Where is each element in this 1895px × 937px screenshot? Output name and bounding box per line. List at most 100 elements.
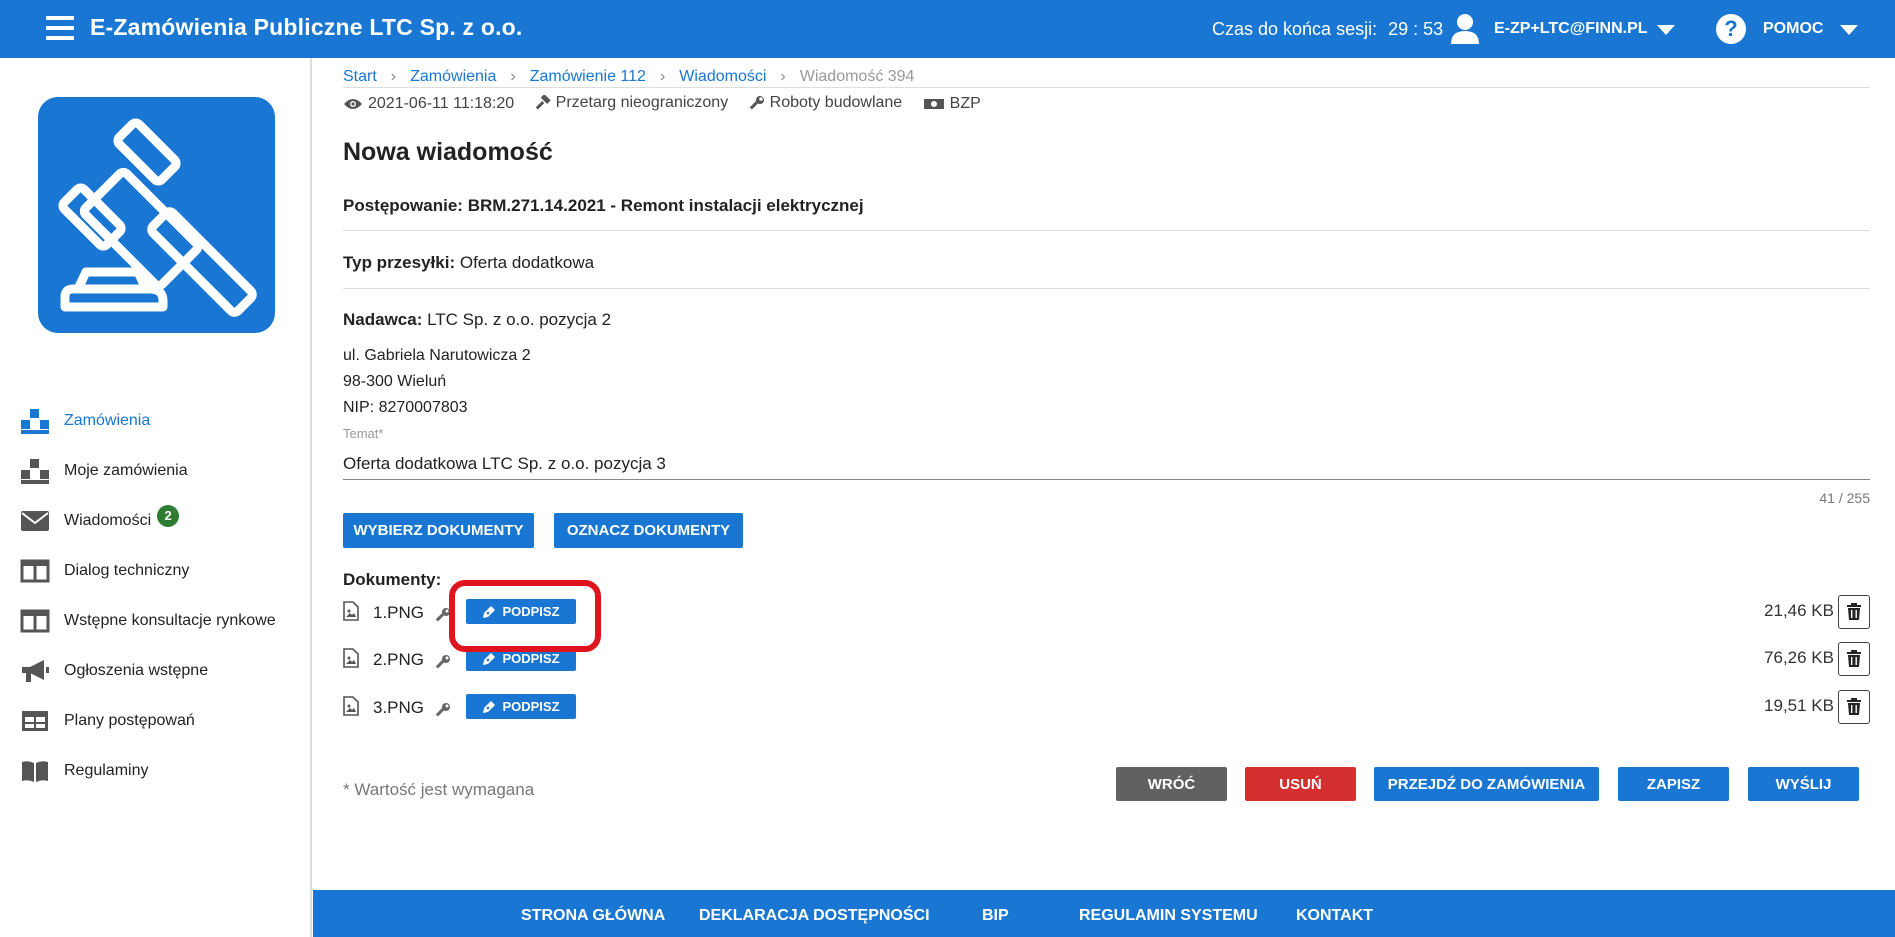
breadcrumb-current: Wiadomość 394 (799, 68, 915, 85)
meta-line: 2021-06-11 11:18:20 Przetarg nieogranicz… (343, 87, 1870, 116)
sidebar-item-zamowienia[interactable]: Zamówienia (20, 403, 150, 439)
sidebar-item-wstepne-konsultacje[interactable]: Wstępne konsultacje rynkowe (20, 603, 276, 639)
sidebar-item-label: Wstępne konsultacje rynkowe (64, 612, 276, 629)
document-size: 21,46 KB (1764, 601, 1834, 620)
footer-link-bip[interactable]: BIP (982, 907, 1009, 925)
document-name[interactable]: 2.PNG (373, 650, 424, 670)
divider (343, 230, 1870, 231)
help-link[interactable]: POMOC (1763, 20, 1823, 38)
proceeding-value: BRM.271.14.2021 - Remont instalacji elek… (467, 196, 864, 215)
book-icon (20, 757, 50, 785)
footer: STRONA GŁÓWNA DEKLARACJA DOSTĘPNOŚCI BIP… (313, 890, 1895, 937)
required-note: * Wartość jest wymagana (343, 780, 535, 799)
sidebar-item-wiadomosci[interactable]: Wiadomości 2 (20, 503, 180, 539)
hammer-icon (535, 95, 551, 110)
mark-documents-button[interactable]: OZNACZ DOKUMENTY (554, 513, 743, 548)
sidebar-item-label: Moje zamówienia (64, 462, 188, 479)
trash-icon (1847, 698, 1861, 715)
delete-document-button[interactable] (1838, 595, 1870, 629)
hamburger-menu-icon[interactable] (46, 16, 74, 42)
breadcrumb-zamowienia[interactable]: Zamówienia (410, 68, 496, 85)
footer-link-terms[interactable]: REGULAMIN SYSTEMU (1079, 907, 1258, 925)
meta-category: Roboty budowlane (749, 94, 902, 112)
wrench-icon (749, 96, 764, 110)
documents-label: Dokumenty: (343, 570, 442, 589)
table-icon (20, 707, 50, 735)
sidebar-item-ogloszenia-wstepne[interactable]: Ogłoszenia wstępne (20, 653, 208, 689)
eye-icon (344, 99, 362, 109)
gavel-logo (38, 97, 275, 333)
app-title: E-Zamówienia Publiczne LTC Sp. z o.o. (90, 14, 523, 40)
sidebar-item-label: Regulaminy (64, 762, 149, 779)
delete-button[interactable]: USUŃ (1245, 767, 1356, 801)
columns-icon (20, 607, 50, 635)
shipment-type-value: Oferta dodatkowa (459, 253, 595, 272)
document-name[interactable]: 1.PNG (373, 603, 424, 623)
sender-label: Nadawca: (343, 310, 423, 329)
session-timer-value: 29 : 53 (1388, 19, 1444, 39)
sign-button[interactable]: PODPISZ (466, 694, 576, 719)
footer-link-contact[interactable]: KONTAKT (1296, 907, 1373, 925)
sidebar-item-label: Ogłoszenia wstępne (64, 662, 209, 679)
sidebar-item-regulaminy[interactable]: Regulaminy (20, 753, 148, 789)
top-bar: E-Zamówienia Publiczne LTC Sp. z o.o. Cz… (0, 0, 1895, 58)
file-image-icon (343, 648, 359, 668)
sidebar-item-moje-zamowienia[interactable]: Moje zamówienia (20, 453, 188, 489)
back-button[interactable]: WRÓĆ (1116, 767, 1227, 801)
document-row: 3.PNG PODPISZ 19,51 KB (343, 690, 1870, 726)
footer-link-accessibility[interactable]: DEKLARACJA DOSTĘPNOŚCI (699, 907, 930, 925)
shipment-type-row: Typ przesyłki: Oferta dodatkowa (343, 253, 1870, 273)
trash-icon (1847, 650, 1861, 667)
boxes-icon (20, 407, 50, 435)
sidebar: Zamówienia Moje zamówienia Wiadomości 2 … (0, 58, 312, 937)
help-icon[interactable]: ? (1716, 14, 1746, 44)
pen-nib-icon (483, 700, 496, 713)
session-label: Czas do końca sesji: (1212, 19, 1378, 39)
subject-label: Temat* (343, 426, 384, 441)
highlight-annotation (449, 580, 601, 652)
document-size: 19,51 KB (1764, 696, 1834, 715)
key-icon (435, 703, 450, 717)
file-image-icon (343, 696, 359, 716)
save-button[interactable]: ZAPISZ (1618, 767, 1729, 801)
help-menu-chevron-down-icon[interactable] (1840, 25, 1858, 35)
boxes-icon (20, 457, 50, 485)
unread-count-badge: 2 (157, 505, 180, 527)
user-menu-chevron-down-icon[interactable] (1657, 25, 1675, 35)
choose-documents-button[interactable]: WYBIERZ DOKUMENTY (343, 513, 534, 548)
columns-icon (20, 557, 50, 585)
breadcrumb: Start › Zamówienia › Zamówienie 112 › Wiadomoś… (343, 68, 915, 85)
delete-document-button[interactable] (1838, 642, 1870, 676)
sender-street: ul. Gabriela Narutowicza 2 (343, 347, 531, 364)
sender-address: ul. Gabriela Narutowicza 2 98-300 Wieluń… (343, 343, 531, 421)
go-to-order-button[interactable]: PRZEJDŹ DO ZAMÓWIENIA (1374, 767, 1599, 801)
sidebar-item-label: Dialog techniczny (64, 562, 190, 579)
shipment-type-label: Typ przesyłki: (343, 253, 456, 272)
sender-value: LTC Sp. z o.o. pozycja 2 (427, 310, 612, 329)
send-button[interactable]: WYŚLIJ (1748, 767, 1859, 801)
envelope-icon (20, 507, 50, 535)
breadcrumb-wiadomosci[interactable]: Wiadomości (679, 68, 766, 85)
breadcrumb-zamowienie[interactable]: Zamówienie 112 (530, 68, 646, 85)
session-timer: Czas do końca sesji: 29 : 53 (1212, 19, 1443, 40)
sidebar-item-dialog-techniczny[interactable]: Dialog techniczny (20, 553, 189, 589)
megaphone-icon (20, 657, 50, 685)
document-name[interactable]: 3.PNG (373, 698, 424, 718)
breadcrumb-start[interactable]: Start (343, 68, 377, 85)
footer-link-home[interactable]: STRONA GŁÓWNA (521, 907, 665, 925)
sidebar-item-plany-postepowan[interactable]: Plany postępowań (20, 703, 195, 739)
sender-city: 98-300 Wieluń (343, 373, 447, 390)
sidebar-item-label: Wiadomości (64, 512, 152, 529)
delete-document-button[interactable] (1838, 690, 1870, 724)
file-image-icon (343, 601, 359, 621)
user-email[interactable]: E-ZP+LTC@FINN.PL (1494, 20, 1648, 38)
proceeding-label: Postępowanie: (343, 196, 463, 215)
divider (343, 288, 1870, 289)
gavel-icon (58, 118, 257, 317)
subject-input[interactable] (343, 448, 1870, 480)
money-icon (923, 99, 944, 109)
user-icon[interactable] (1450, 13, 1480, 45)
sidebar-item-label: Zamówienia (64, 412, 151, 429)
key-icon (435, 655, 450, 669)
trash-icon (1847, 603, 1861, 620)
